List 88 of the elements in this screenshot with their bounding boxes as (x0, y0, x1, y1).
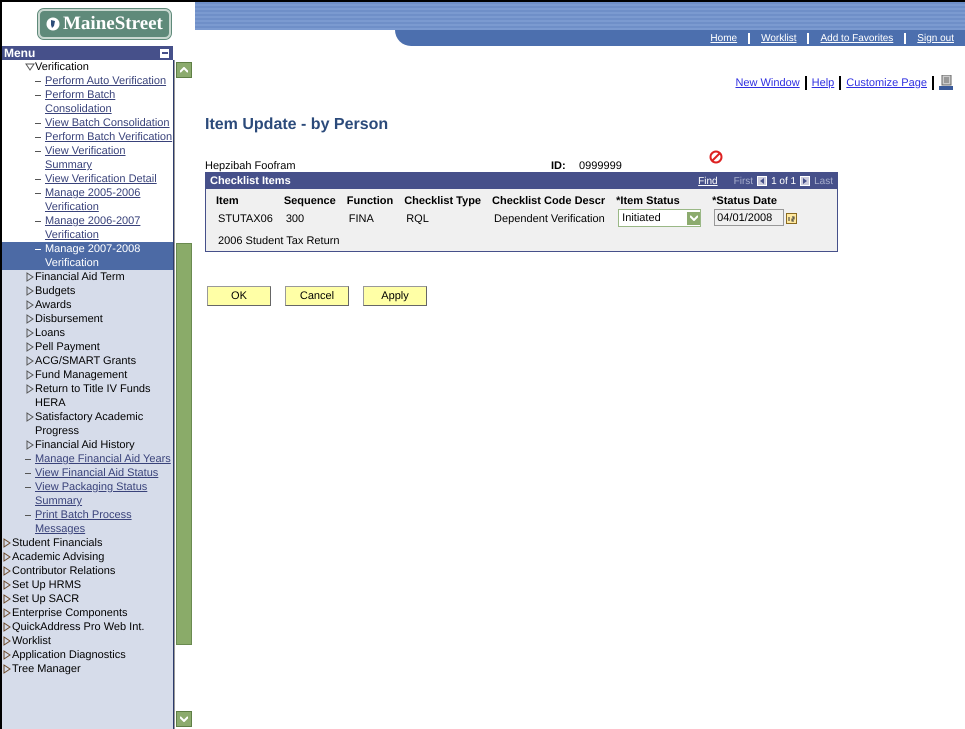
caret-icon[interactable] (687, 212, 700, 224)
collapsed-triangle-icon (25, 412, 35, 422)
menu-folder[interactable]: Financial Aid History (35, 438, 135, 452)
table-cell-text: Dependent Verification (493, 212, 606, 227)
collapsed-triangle-icon (25, 440, 35, 450)
menu-folder[interactable]: Set Up SACR (12, 592, 80, 606)
menu-folder[interactable]: Student Financials (12, 536, 102, 550)
menu-folder[interactable]: Contributor Relations (12, 564, 116, 578)
menu-link[interactable]: Print Batch Process Messages (35, 508, 173, 536)
table-cell-text: RQL (405, 212, 430, 227)
menu-folder[interactable]: Tree Manager (12, 662, 81, 676)
id-value: 0999999 (579, 160, 623, 172)
menu-folder[interactable]: ACG/SMART Grants (35, 354, 136, 368)
menu-title: Menu (4, 46, 36, 60)
table-cell-text: STUTAX06 (217, 212, 274, 227)
column-header: Checklist Code Descr (491, 195, 606, 207)
page-count: 1 of 1 (771, 176, 796, 186)
column-header: Item (215, 195, 240, 207)
expanded-triangle-icon (25, 62, 35, 72)
next-icon[interactable] (800, 176, 810, 186)
menu-folder[interactable]: Awards (35, 298, 72, 312)
menu-link[interactable]: Manage Financial Aid Years (35, 452, 171, 466)
page-link[interactable]: Customize Page (846, 77, 927, 89)
page-title: Item Update - by Person (205, 116, 390, 134)
first-label: First (734, 176, 754, 186)
column-header: Checklist Type (403, 195, 482, 207)
menu-folder[interactable]: Academic Advising (12, 550, 104, 564)
nav-link[interactable]: Worklist (748, 32, 808, 44)
nav-link[interactable]: Add to Favorites (807, 32, 904, 44)
scrollbar-thumb[interactable] (176, 243, 192, 645)
page-link[interactable]: Help (812, 77, 834, 89)
menu-folder[interactable]: QuickAddress Pro Web Int. (12, 620, 144, 634)
menu-folder[interactable]: Budgets (35, 284, 76, 298)
nav-link[interactable]: Sign out (904, 32, 965, 44)
menu-folder[interactable]: Financial Aid Term (35, 270, 125, 284)
nav-link[interactable]: Home (699, 32, 748, 44)
logo: MaineStreet (38, 9, 171, 39)
document-icon[interactable] (939, 75, 953, 91)
collapse-icon[interactable] (160, 48, 169, 58)
dash-icon (25, 487, 31, 488)
dash-icon (35, 179, 41, 180)
dash-icon (35, 249, 41, 250)
table-cell-text: 300 (284, 212, 306, 227)
no-entry-icon[interactable] (709, 150, 723, 164)
column-header: Sequence (282, 195, 337, 207)
column-header: *Status Date (711, 195, 778, 207)
dash-icon (35, 193, 41, 194)
action-button[interactable]: Cancel (285, 286, 349, 306)
dash-icon (35, 221, 41, 222)
action-button[interactable]: OK (207, 286, 271, 306)
table-cell-text: 2006 Student Tax Return (217, 234, 340, 249)
item-status-dropdown[interactable]: Initiated (618, 209, 702, 227)
dash-icon (25, 459, 31, 460)
menu-folder[interactable]: Set Up HRMS (12, 578, 82, 592)
dash-icon (35, 151, 41, 152)
dash-icon (25, 515, 31, 516)
menu-folder[interactable]: Disbursement (35, 312, 103, 326)
table-cell-text: FINA (348, 212, 375, 227)
action-button[interactable]: Apply (363, 286, 427, 306)
menu-link[interactable]: View Packaging Status Summary (35, 480, 173, 508)
menu-folder[interactable]: Application Diagnostics (12, 648, 126, 662)
dash-icon (35, 137, 41, 138)
menu-folder[interactable]: Worklist (12, 634, 51, 648)
menu-link[interactable]: View Financial Aid Status (35, 466, 158, 480)
id-label: ID: (551, 160, 567, 172)
find-link[interactable]: Find (698, 176, 718, 186)
dash-icon (35, 95, 41, 96)
dash-icon (25, 473, 31, 474)
person-name: Hepzibah Foofram (205, 160, 296, 172)
scroll-up-icon[interactable] (176, 62, 192, 78)
grid-title: Checklist Items (210, 175, 291, 187)
dash-icon (35, 81, 41, 82)
menu-folder[interactable]: Enterprise Components (12, 606, 128, 620)
globe-icon (46, 17, 60, 31)
page-link[interactable]: New Window (735, 77, 800, 89)
column-header: *Item Status (615, 195, 681, 207)
menu-folder[interactable]: Return to Title IV Funds HERA (35, 382, 173, 410)
calendar-icon[interactable] (786, 212, 798, 224)
menu-folder[interactable]: Pell Payment (35, 340, 100, 354)
column-header: Function (346, 195, 394, 207)
menu-folder[interactable]: Fund Management (35, 368, 128, 382)
status-date-field[interactable]: 04/01/2008 (714, 209, 784, 226)
menu-folder[interactable]: Satisfactory Academic Progress (35, 410, 173, 438)
dash-icon (35, 123, 41, 124)
previous-icon[interactable] (757, 176, 768, 186)
scroll-down-icon[interactable] (176, 711, 192, 727)
last-label: Last (814, 176, 833, 186)
menu-folder[interactable]: Loans (35, 326, 65, 340)
